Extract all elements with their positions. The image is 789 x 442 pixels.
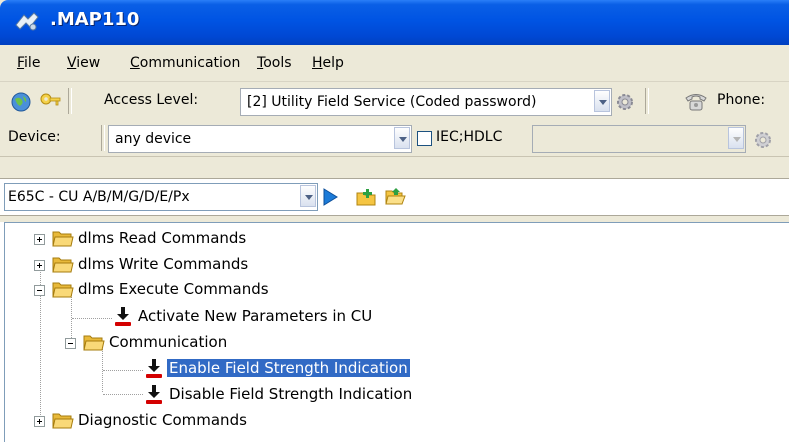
- execute-command-icon: [146, 359, 162, 378]
- command-tree: dlms Read Commands dlms Write Commands d…: [0, 222, 789, 442]
- folder-icon: [52, 231, 74, 247]
- device-toolbar: Device: any device IEC;HDLC: [0, 119, 789, 157]
- key-icon[interactable]: [38, 90, 62, 112]
- toolbar-separator: [68, 88, 72, 114]
- open-folder-icon: [52, 282, 74, 298]
- gear-icon[interactable]: [752, 129, 774, 151]
- access-level-label: Access Level:: [104, 92, 199, 108]
- expand-icon[interactable]: [34, 260, 45, 271]
- execute-command-icon: [115, 307, 131, 326]
- tree-item-dlms-read[interactable]: dlms Read Commands: [0, 226, 780, 250]
- globe-icon[interactable]: [10, 91, 32, 113]
- chevron-down-icon[interactable]: [300, 185, 316, 207]
- tree-item-disable-field-strength[interactable]: Disable Field Strength Indication: [0, 382, 780, 406]
- execute-command-icon: [146, 385, 162, 404]
- toolbar-separator: [101, 125, 105, 151]
- chevron-down-icon[interactable]: [394, 127, 410, 149]
- menu-bar: File View Communication Tools Help: [0, 45, 789, 82]
- menu-view[interactable]: View: [67, 55, 100, 71]
- device-select[interactable]: any device: [108, 125, 412, 153]
- gear-icon[interactable]: [614, 91, 636, 113]
- protocol-select[interactable]: [532, 125, 746, 153]
- chevron-down-icon[interactable]: [728, 127, 744, 149]
- add-folder-icon[interactable]: [355, 187, 377, 207]
- access-level-select[interactable]: [2] Utility Field Service (Coded passwor…: [240, 88, 612, 116]
- app-window: .MAP110 File View Communication Tools He…: [0, 0, 789, 442]
- open-folder-icon: [83, 335, 105, 351]
- iec-hdlc-label: IEC;HDLC: [436, 129, 503, 145]
- menu-communication[interactable]: Communication: [130, 55, 240, 71]
- phone-icon[interactable]: [684, 92, 708, 112]
- device-label: Device:: [8, 129, 61, 145]
- folder-icon: [52, 257, 74, 273]
- app-icon: [15, 12, 39, 31]
- play-icon[interactable]: [322, 188, 338, 206]
- tree-item-dlms-execute[interactable]: dlms Execute Commands: [0, 277, 780, 301]
- window-title: .MAP110: [50, 9, 140, 30]
- tree-item-enable-field-strength[interactable]: Enable Field Strength Indication: [0, 356, 780, 380]
- tree-item-activate-params[interactable]: Activate New Parameters in CU: [0, 304, 780, 328]
- title-bar[interactable]: .MAP110: [0, 0, 789, 45]
- tree-item-communication[interactable]: Communication: [0, 330, 780, 354]
- toolbar-separator: [645, 88, 649, 114]
- menu-file[interactable]: File: [17, 55, 40, 71]
- collapse-icon[interactable]: [34, 285, 45, 296]
- command-toolbar: E65C - CU A/B/M/G/D/E/Px: [0, 178, 789, 216]
- meter-type-select[interactable]: E65C - CU A/B/M/G/D/E/Px: [4, 183, 318, 211]
- folder-icon: [52, 413, 74, 429]
- chevron-down-icon[interactable]: [594, 90, 610, 112]
- tree-item-diagnostic[interactable]: Diagnostic Commands: [0, 408, 780, 432]
- expand-icon[interactable]: [34, 234, 45, 245]
- open-folder-icon[interactable]: [384, 186, 406, 208]
- phone-label: Phone:: [717, 92, 766, 108]
- tree-item-dlms-write[interactable]: dlms Write Commands: [0, 252, 780, 276]
- menu-tools[interactable]: Tools: [257, 55, 292, 71]
- iec-hdlc-checkbox[interactable]: [417, 131, 432, 146]
- expand-icon[interactable]: [34, 416, 45, 427]
- collapse-icon[interactable]: [65, 338, 76, 349]
- menu-help[interactable]: Help: [312, 55, 344, 71]
- access-toolbar: Access Level: [2] Utility Field Service …: [0, 82, 789, 120]
